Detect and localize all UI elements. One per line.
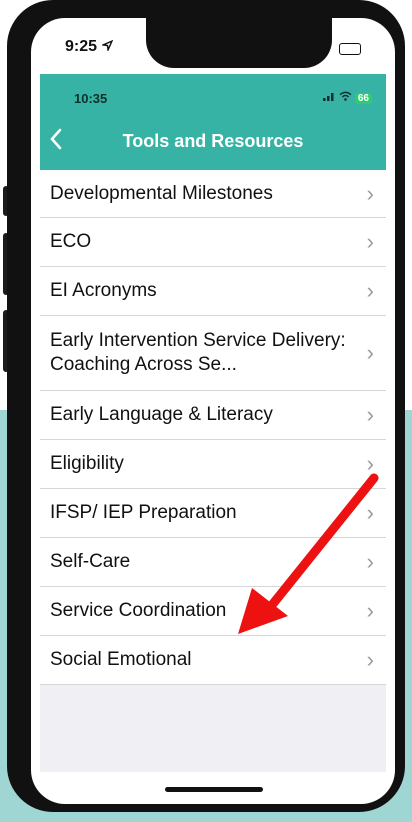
red-arrow-annotation: [238, 473, 379, 634]
